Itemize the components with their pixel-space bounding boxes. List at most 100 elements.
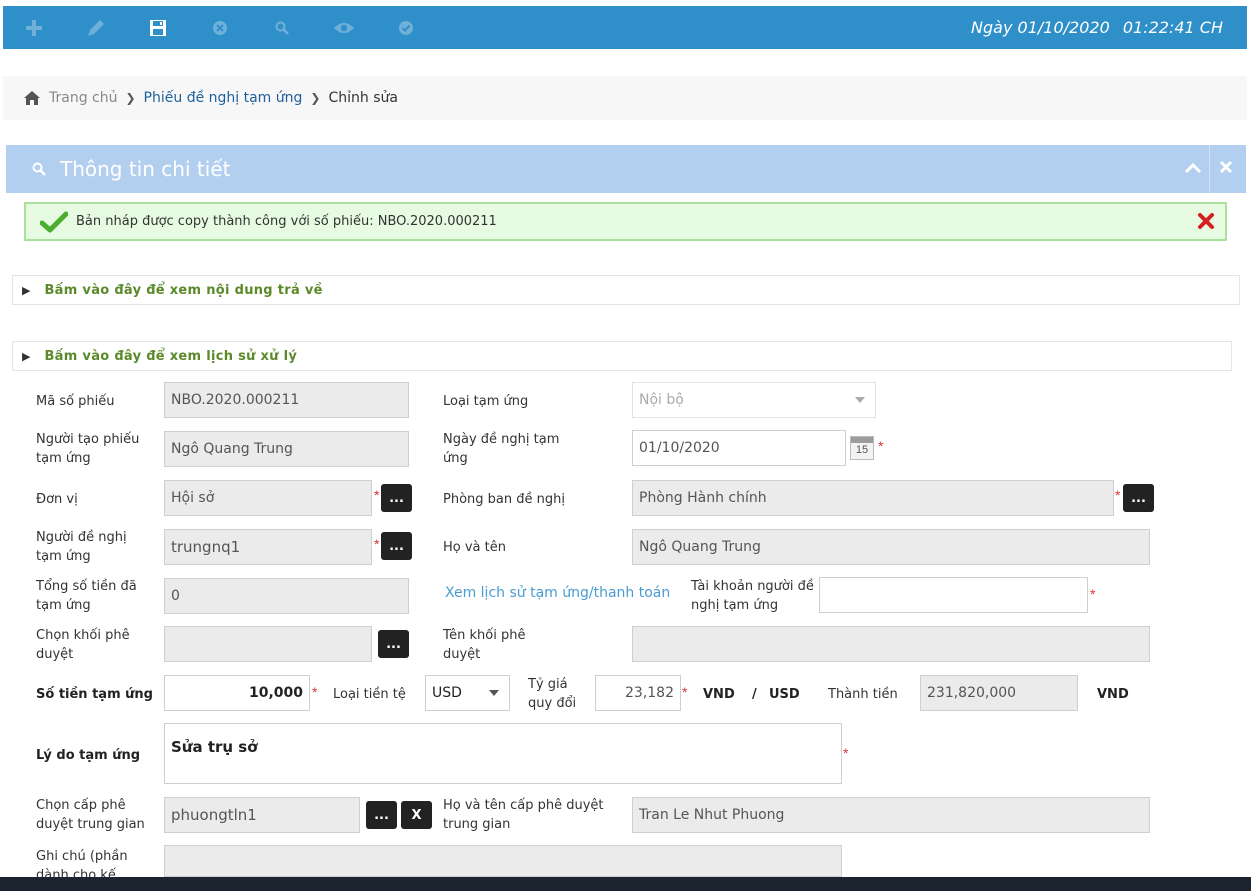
current-datetime: Ngày 01/10/2020 01:22:41 CH — [963, 18, 1223, 37]
loai-tien-te-label: Loại tiền tệ — [333, 687, 406, 702]
chon-cap-lookup-button[interactable]: ... — [366, 801, 397, 829]
required-mark: * — [374, 536, 380, 552]
history-label: Bấm vào đây để xem lịch sử xử lý — [44, 348, 298, 364]
save-icon[interactable] — [147, 17, 169, 39]
close-alert-icon[interactable] — [1197, 212, 1215, 230]
os-taskbar — [0, 877, 1251, 891]
success-alert: Bản nháp được copy thành công với số phi… — [24, 202, 1227, 241]
don-vi-lookup-button[interactable]: ... — [381, 484, 412, 512]
chevron-right-icon: ❯ — [310, 91, 321, 105]
ngay-de-nghi-label: Ngày đề nghị tạm ứng — [443, 432, 560, 466]
ly-do-textarea[interactable]: Sửa trụ sở — [164, 723, 842, 784]
current-date: Ngày 01/10/2020 — [971, 18, 1110, 37]
breadcrumb-home[interactable]: Trang chủ — [49, 90, 117, 106]
so-tien-label: Số tiền tạm ứng — [36, 687, 153, 702]
don-vi-label: Đơn vị — [36, 492, 78, 507]
chon-cap-field: phuongtln1 — [164, 797, 360, 833]
phong-ban-field: Phòng Hành chính — [632, 480, 1114, 516]
nguoi-tao-field: Ngô Quang Trung — [164, 431, 409, 467]
ty-gia-label: Tỷ giá quy đổi — [528, 677, 577, 711]
panel-divider — [1209, 145, 1210, 193]
tong-so-tien-label: Tổng số tiền đã tạm ứng — [36, 579, 137, 613]
caret-right-icon: ▶ — [22, 284, 31, 297]
pencil-icon[interactable] — [85, 17, 107, 39]
search-icon[interactable] — [271, 17, 293, 39]
chon-cap-label: Chọn cấp phê duyệt trung gian — [36, 798, 145, 832]
ho-va-ten-field: Ngô Quang Trung — [632, 529, 1150, 565]
loai-tien-te-select[interactable]: USD — [425, 675, 510, 711]
clear-cap-button[interactable]: X — [401, 801, 432, 829]
ngay-de-nghi-input[interactable]: 01/10/2020 — [632, 430, 846, 466]
nguoi-de-nghi-label: Người đề nghị tạm ứng — [36, 530, 127, 564]
required-mark: * — [312, 684, 318, 700]
ho-va-ten-label: Họ và tên — [443, 540, 506, 555]
loai-tam-ung-select[interactable]: Nội bộ — [632, 382, 876, 418]
tai-khoan-label: Tài khoản người đề nghị tạm ứng — [691, 579, 814, 613]
required-mark: * — [682, 684, 688, 700]
ho-ten-cap-label: Họ và tên cấp phê duyệt trung gian — [443, 798, 604, 832]
close-icon[interactable] — [1218, 159, 1234, 175]
loai-tam-ung-value: Nội bộ — [639, 392, 684, 408]
don-vi-field: Hội sở — [164, 480, 372, 516]
panel-title: Thông tin chi tiết — [60, 157, 231, 181]
cancel-icon[interactable] — [209, 17, 231, 39]
chon-khoi-field — [164, 626, 372, 662]
ly-do-label: Lý do tạm ứng — [36, 748, 141, 763]
tai-khoan-input[interactable] — [819, 577, 1088, 613]
ma-so-phieu-label: Mã số phiếu — [36, 394, 115, 409]
nguoi-tao-label: Người tạo phiếu tạm ứng — [36, 432, 140, 466]
so-tien-input[interactable]: 10,000 — [164, 675, 310, 711]
phong-ban-lookup-button[interactable]: ... — [1123, 484, 1154, 512]
breadcrumb: Trang chủ ❯ Phiếu đề nghị tạm ứng ❯ Chỉn… — [3, 76, 1247, 120]
loai-tien-te-value: USD — [432, 685, 462, 701]
caret-right-icon: ▶ — [22, 350, 31, 363]
rate-unit-vnd: VND — [703, 687, 735, 702]
nguoi-de-nghi-lookup-button[interactable]: ... — [381, 532, 412, 560]
calendar-icon[interactable]: 15 — [850, 436, 874, 460]
current-time: 01:22:41 CH — [1122, 18, 1223, 37]
required-mark: * — [878, 438, 884, 454]
chevron-up-icon[interactable] — [1184, 159, 1202, 177]
check-icon[interactable] — [395, 17, 417, 39]
calendar-day: 15 — [855, 444, 869, 456]
chevron-right-icon: ❯ — [125, 91, 136, 105]
required-mark: * — [1090, 586, 1096, 602]
checkmark-icon — [40, 211, 68, 232]
rate-unit-usd: USD — [769, 687, 800, 702]
rate-unit-separator: / — [752, 687, 757, 702]
breadcrumb-current: Chỉnh sửa — [328, 90, 398, 106]
thanh-tien-field: 231,820,000 — [920, 675, 1078, 711]
ghi-chu-label: Ghi chú (phần dành cho kế — [36, 849, 128, 877]
nguoi-de-nghi-field: trungnq1 — [164, 529, 372, 565]
ten-khoi-field — [632, 626, 1150, 662]
breadcrumb-parent[interactable]: Phiếu đề nghị tạm ứng — [144, 90, 303, 106]
ty-gia-input[interactable]: 23,182 — [595, 675, 681, 711]
alert-message: Bản nháp được copy thành công với số phi… — [76, 214, 497, 229]
top-toolbar: Ngày 01/10/2020 01:22:41 CH — [3, 6, 1247, 49]
chevron-down-icon — [489, 690, 499, 696]
loai-tam-ung-label: Loại tạm ứng — [443, 394, 529, 409]
required-mark: * — [843, 745, 849, 761]
chon-khoi-label: Chọn khối phê duyệt — [36, 628, 130, 662]
thanh-tien-label: Thành tiền — [828, 687, 898, 702]
ho-ten-cap-field: Tran Le Nhut Phuong — [632, 797, 1150, 833]
eye-icon[interactable] — [333, 17, 355, 39]
home-icon[interactable] — [23, 90, 41, 106]
tong-so-tien-field: 0 — [164, 578, 409, 614]
ghi-chu-field[interactable] — [164, 845, 842, 877]
history-advance-link[interactable]: Xem lịch sử tạm ứng/thanh toán — [445, 585, 670, 601]
thanh-tien-unit: VND — [1097, 687, 1129, 702]
history-toggle[interactable]: ▶ Bấm vào đây để xem lịch sử xử lý — [12, 341, 1232, 371]
panel-header: Thông tin chi tiết — [6, 145, 1246, 193]
plus-icon[interactable] — [23, 17, 45, 39]
returned-content-label: Bấm vào đây để xem nội dung trả về — [44, 282, 323, 298]
chevron-down-icon — [855, 397, 865, 403]
chon-khoi-lookup-button[interactable]: ... — [378, 630, 409, 658]
search-icon — [32, 162, 46, 176]
required-mark: * — [374, 487, 380, 503]
returned-content-toggle[interactable]: ▶ Bấm vào đây để xem nội dung trả về — [12, 275, 1240, 305]
ten-khoi-label: Tên khối phê duyệt — [443, 628, 526, 662]
phong-ban-label: Phòng ban đề nghị — [443, 492, 565, 507]
required-mark: * — [1115, 487, 1121, 503]
ma-so-phieu-field: NBO.2020.000211 — [164, 382, 409, 418]
